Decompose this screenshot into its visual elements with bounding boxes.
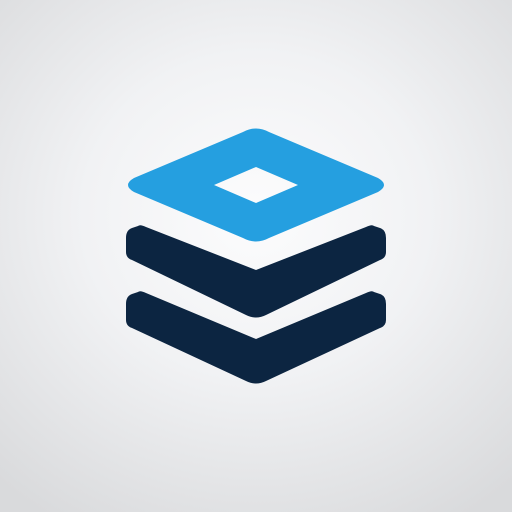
top-layer-shape (128, 128, 384, 242)
stacked-layers-logo-icon (126, 128, 386, 384)
app-icon (0, 0, 512, 512)
